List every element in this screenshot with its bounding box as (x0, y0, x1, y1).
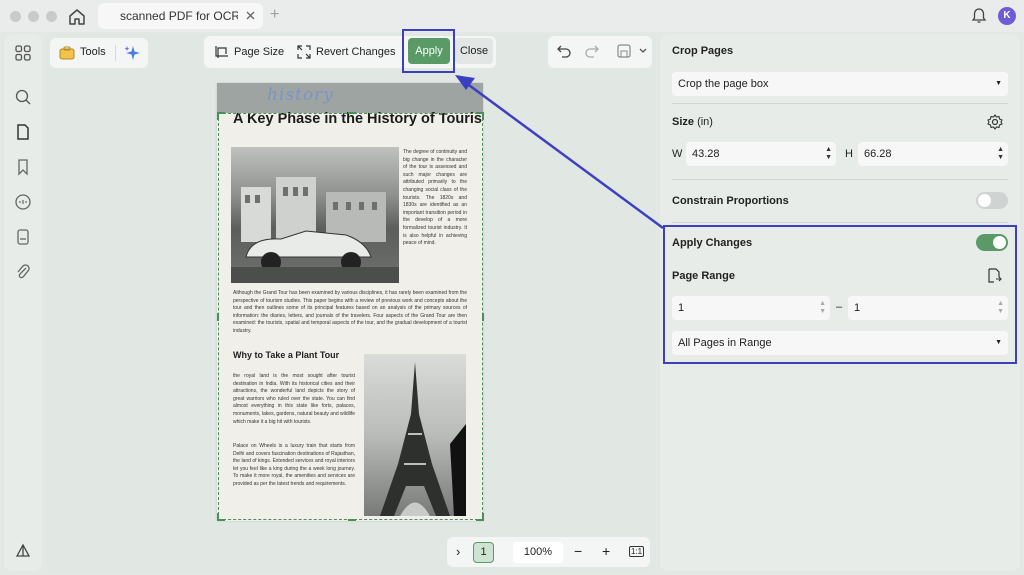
expand-pages-button[interactable]: › (456, 544, 460, 559)
tools-button[interactable]: Tools (80, 46, 106, 58)
crop-handle-bottom[interactable] (348, 519, 356, 521)
height-label: H (845, 148, 853, 160)
crop-handle-left[interactable] (217, 313, 219, 321)
crop-mode-value: Crop the page box (678, 78, 769, 90)
size-unit: (in) (697, 116, 713, 128)
window-zoom-dot[interactable] (46, 11, 57, 22)
window-close-dot[interactable] (10, 11, 21, 22)
height-stepper[interactable]: ▲ ▼ (997, 146, 1004, 162)
height-input[interactable]: 66.28 ▲ ▼ (858, 142, 1008, 166)
title-bar: scanned PDF for OCR test + K (0, 0, 1024, 32)
crop-pages-label: Crop Pages (672, 45, 734, 57)
crop-handle-top-left[interactable] (217, 112, 225, 120)
revert-changes-button[interactable]: Revert Changes (296, 43, 396, 61)
home-icon[interactable] (66, 6, 88, 28)
crop-box[interactable] (217, 112, 484, 521)
gear-icon[interactable] (986, 113, 1004, 131)
crop-handle-top-right[interactable] (476, 112, 484, 120)
divider (672, 179, 1008, 180)
crop-mode-select[interactable]: Crop the page box ▼ (672, 72, 1008, 96)
history-group (548, 36, 652, 68)
annotation-highlight-apply (402, 29, 455, 73)
divider (672, 103, 1008, 104)
crop-handle-bottom-right[interactable] (476, 513, 484, 521)
close-icon[interactable] (244, 9, 257, 22)
divider (672, 222, 1008, 223)
tab-title: scanned PDF for OCR test (120, 9, 238, 23)
avatar[interactable]: K (998, 7, 1016, 25)
size-label: Size (in) (672, 116, 713, 128)
page-icon[interactable] (13, 122, 33, 142)
constrain-proportions-label: Constrain Proportions (672, 195, 789, 207)
sparkle-icon[interactable] (122, 43, 142, 63)
crop-handle-top[interactable] (348, 112, 356, 114)
tools-group: Tools (50, 38, 148, 68)
height-value: 66.28 (864, 148, 892, 160)
chevron-down-icon[interactable] (638, 46, 648, 56)
zoom-in-button[interactable]: + (602, 543, 610, 559)
zoom-level[interactable]: 100% (513, 542, 563, 563)
zoom-out-button[interactable]: − (574, 543, 582, 559)
save-icon[interactable] (616, 43, 632, 59)
page-header-strip (217, 83, 483, 113)
width-input[interactable]: 43.28 ▲ ▼ (686, 142, 836, 166)
size-label-text: Size (672, 116, 695, 128)
redo-icon[interactable] (584, 43, 600, 59)
close-button[interactable]: Close (455, 38, 493, 64)
page-size-icon (215, 46, 228, 58)
grid-icon[interactable] (13, 43, 33, 63)
divider (115, 45, 116, 61)
width-label: W (672, 148, 683, 160)
layers-icon[interactable] (13, 541, 33, 561)
page-size-label: Page Size (234, 46, 285, 58)
annotation-highlight-apply-changes (663, 225, 1017, 364)
handwritten-text: history (267, 85, 334, 105)
bookmark-icon[interactable] (13, 157, 33, 177)
left-sidebar (4, 34, 42, 571)
tab-document[interactable]: scanned PDF for OCR test (98, 3, 263, 29)
new-tab-button[interactable]: + (270, 7, 279, 23)
toolbox-icon[interactable] (58, 44, 76, 62)
comment-icon[interactable] (13, 192, 33, 212)
crop-handle-bottom-left[interactable] (217, 513, 225, 521)
fit-actual-size-button[interactable]: 1:1 (629, 546, 645, 557)
width-stepper[interactable]: ▲ ▼ (825, 146, 832, 162)
width-value: 43.28 (692, 148, 720, 160)
page-size-button[interactable]: Page Size (214, 43, 284, 61)
revert-changes-label: Revert Changes (316, 46, 396, 58)
window-minimize-dot[interactable] (28, 11, 39, 22)
constrain-proportions-toggle[interactable] (976, 192, 1008, 209)
page-navigation: › 1 100% − + 1:1 (447, 537, 650, 567)
caret-down-icon: ▼ (995, 80, 1002, 87)
crop-handle-right[interactable] (482, 313, 484, 321)
search-icon[interactable] (13, 87, 33, 107)
page-number-input[interactable]: 1 (473, 542, 494, 563)
attachment-icon[interactable] (13, 262, 33, 282)
bell-icon[interactable] (970, 7, 988, 25)
revert-icon (297, 45, 311, 59)
stamp-icon[interactable] (13, 227, 33, 247)
undo-icon[interactable] (556, 43, 572, 59)
